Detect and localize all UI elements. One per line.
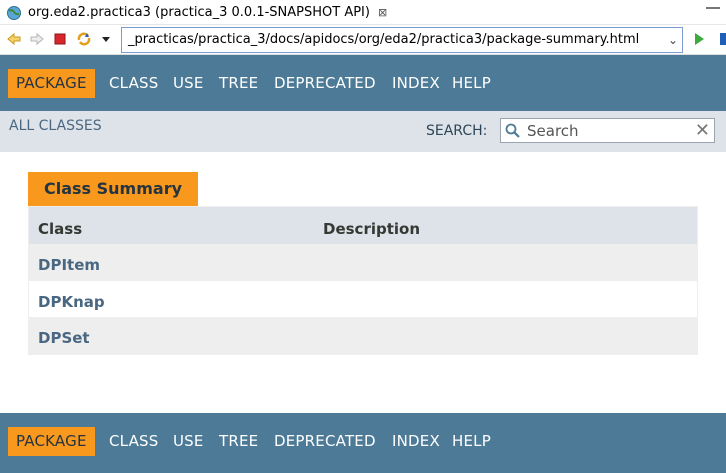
search-box[interactable]: ✕ — [500, 118, 715, 143]
clear-search-icon[interactable]: ✕ — [695, 121, 710, 141]
url-text: _practicas/practica_3/docs/apidocs/org/e… — [128, 32, 640, 47]
nav-tree[interactable]: TREE — [219, 69, 258, 98]
globe-icon — [7, 5, 21, 20]
forward-icon[interactable] — [29, 31, 45, 47]
summary-caption: Class Summary — [28, 172, 199, 206]
table-row: DPKnap — [29, 281, 697, 318]
table-row: DPItem — [29, 244, 697, 281]
bookmark-icon[interactable] — [718, 31, 726, 47]
nav-package[interactable]: PACKAGE — [8, 69, 95, 98]
column-header-description: Description — [323, 220, 421, 238]
nav-tree[interactable]: TREE — [219, 427, 258, 456]
table-header: Class Description — [29, 207, 697, 244]
browser-window: org.eda2.practica3 (practica_3 0.0.1-SNA… — [0, 0, 726, 473]
sub-navbar: ALL CLASSES SEARCH: ✕ — [0, 111, 726, 152]
table-row: DPSet — [29, 317, 697, 354]
search-input[interactable] — [527, 121, 687, 141]
nav-help[interactable]: HELP — [452, 427, 491, 456]
menu-dropdown-icon[interactable] — [98, 31, 114, 47]
search-label: SEARCH: — [426, 123, 488, 139]
stop-icon[interactable] — [52, 31, 68, 47]
minimize-icon[interactable] — [706, 7, 720, 17]
nav-index[interactable]: INDEX — [392, 69, 440, 98]
bottom-navbar: PACKAGE CLASS USE TREE DEPRECATED INDEX … — [0, 413, 726, 473]
nav-help[interactable]: HELP — [452, 69, 491, 98]
class-link-dpknap[interactable]: DPKnap — [38, 293, 105, 311]
class-link-dpitem[interactable]: DPItem — [38, 256, 100, 274]
nav-use[interactable]: USE — [173, 427, 204, 456]
tab-strip: org.eda2.practica3 (practica_3 0.0.1-SNA… — [0, 0, 726, 25]
top-navbar: PACKAGE CLASS USE TREE DEPRECATED INDEX … — [0, 55, 726, 111]
address-bar[interactable]: _practicas/practica_3/docs/apidocs/org/e… — [121, 27, 683, 53]
refresh-icon[interactable] — [76, 31, 92, 47]
go-icon[interactable] — [691, 31, 707, 47]
nav-class[interactable]: CLASS — [109, 69, 158, 98]
nav-package[interactable]: PACKAGE — [8, 427, 95, 456]
chevron-down-icon[interactable]: ⌄ — [668, 28, 678, 52]
nav-index[interactable]: INDEX — [392, 427, 440, 456]
class-link-dpset[interactable]: DPSet — [38, 329, 90, 347]
nav-use[interactable]: USE — [173, 69, 204, 98]
column-header-class: Class — [38, 220, 83, 238]
all-classes-link[interactable]: ALL CLASSES — [9, 118, 102, 134]
nav-deprecated[interactable]: DEPRECATED — [274, 69, 376, 98]
tab-title: org.eda2.practica3 (practica_3 0.0.1-SNA… — [28, 5, 370, 20]
class-summary-table: Class Description DPItem DPKnap DPSet — [28, 206, 698, 355]
search-icon — [505, 123, 520, 138]
nav-deprecated[interactable]: DEPRECATED — [274, 427, 376, 456]
close-tab-icon[interactable]: ⊠ — [378, 6, 387, 19]
back-icon[interactable] — [6, 31, 22, 47]
nav-class[interactable]: CLASS — [109, 427, 158, 456]
browser-toolbar: _practicas/practica_3/docs/apidocs/org/e… — [0, 25, 726, 55]
browser-tab[interactable]: org.eda2.practica3 (practica_3 0.0.1-SNA… — [0, 0, 392, 25]
